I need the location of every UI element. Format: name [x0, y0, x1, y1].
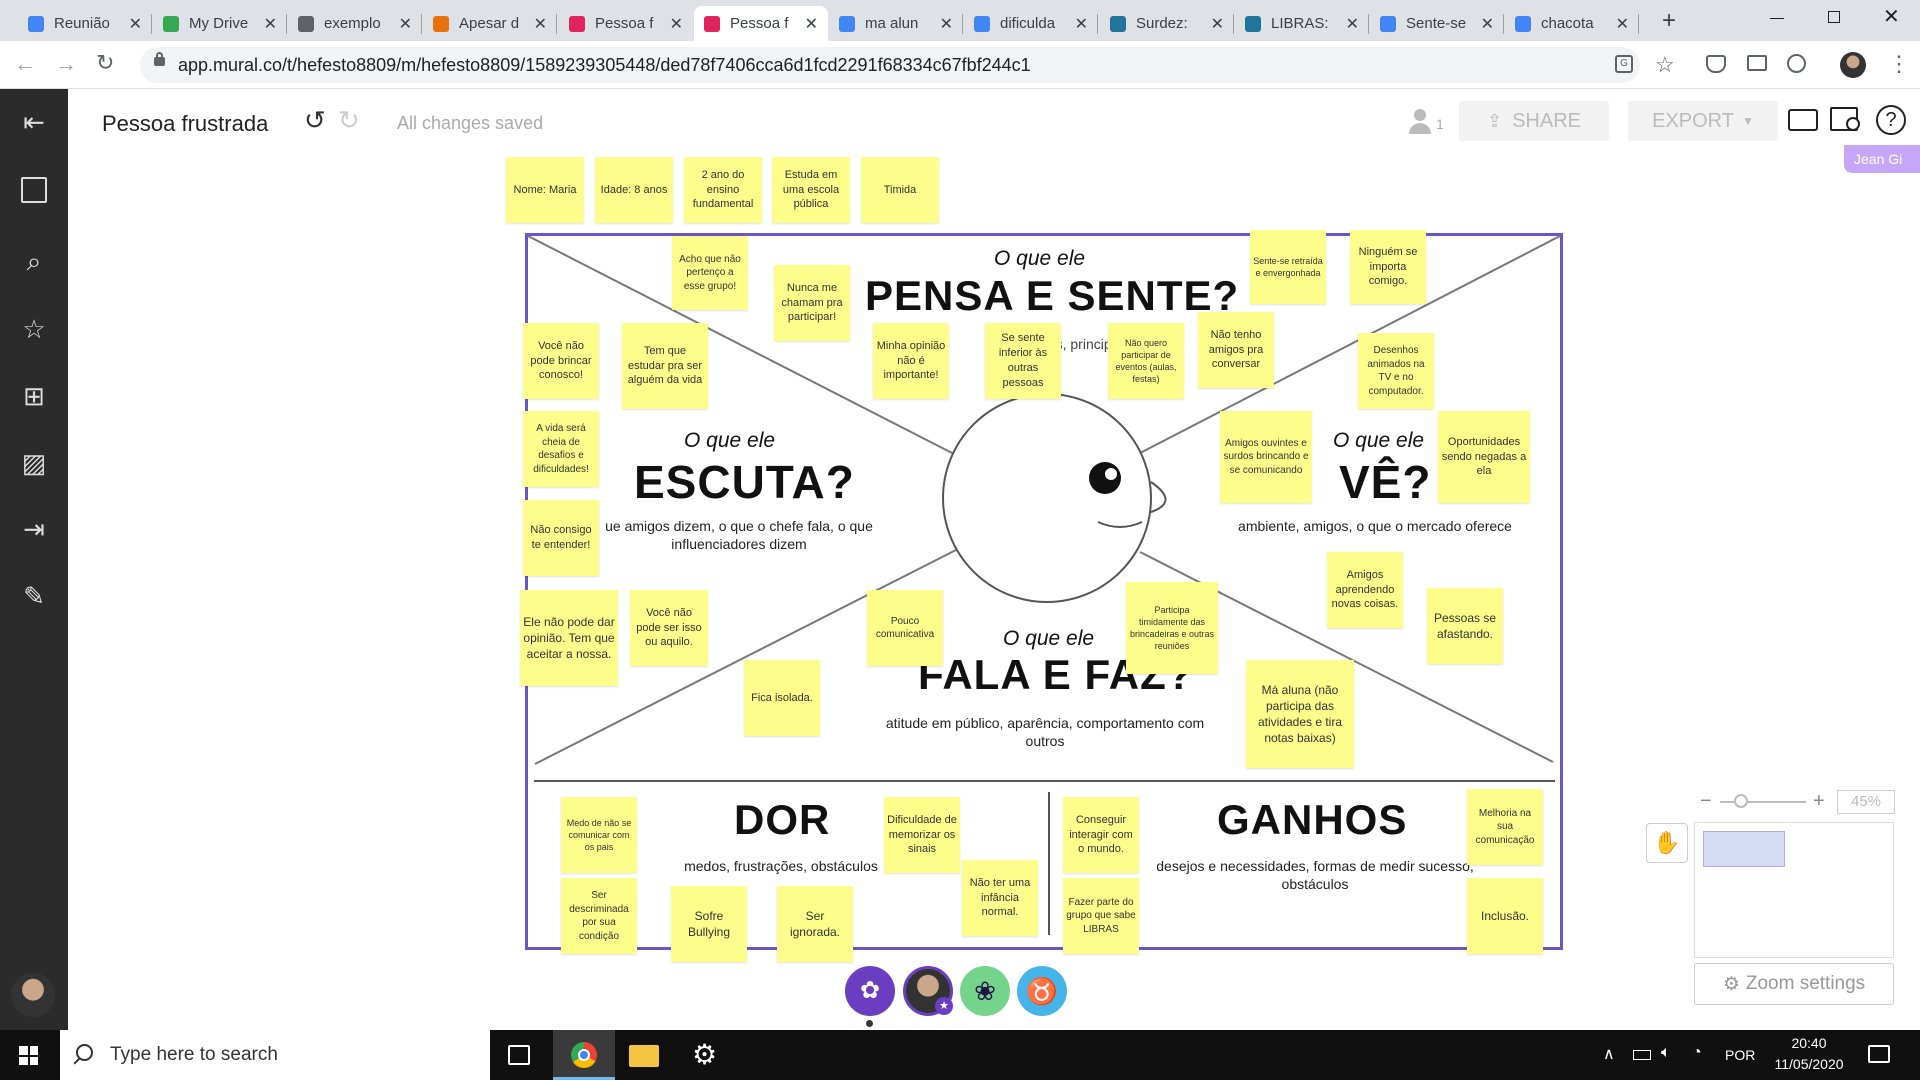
dor-subtitle: medos, frustrações, obstáculos [684, 858, 878, 874]
sticky-note[interactable]: Ser descriminada por sua condição [561, 878, 637, 954]
active-page-dot [866, 1020, 873, 1027]
zoom-slider[interactable] [1720, 801, 1806, 803]
fala-question: O que ele [1003, 627, 1095, 650]
eye-icon [1089, 462, 1121, 494]
sticky-note[interactable]: Fazer parte do grupo que sabe LIBRAS [1063, 878, 1139, 954]
sticky-note[interactable]: Estuda em uma escola pública [772, 157, 850, 223]
zoom-settings-button[interactable]: ⚙ Zoom settings [1694, 963, 1894, 1005]
fala-subtitle: atitude em público, aparência, comportam… [885, 715, 1205, 749]
escuta-question: O que ele [684, 429, 776, 452]
clock-date[interactable]: 11/05/2020 [1769, 1056, 1849, 1072]
sticky-note[interactable]: Ser ignorada. [777, 886, 853, 962]
sticky-note[interactable]: Não ter uma infância normal. [962, 860, 1038, 936]
show-hidden-icons[interactable]: ∧ [1603, 1044, 1615, 1064]
sticky-note[interactable]: Não quero participar de eventos (aulas, … [1108, 323, 1184, 399]
sticky-note[interactable]: Dificuldade de memorizar os sinais [884, 797, 960, 873]
zoom-level[interactable]: 45% [1837, 790, 1895, 814]
chrome-taskbar-icon[interactable] [553, 1030, 615, 1080]
clock-time[interactable]: 20:40 [1773, 1035, 1845, 1051]
sticky-note[interactable]: Nome: Maria [506, 157, 584, 223]
sticky-note[interactable]: Idade: 8 anos [595, 157, 673, 223]
wifi-icon[interactable]: ◔ [1692, 1044, 1702, 1062]
ve-title: VÊ? [1339, 456, 1432, 508]
sticky-note[interactable]: Melhoria na sua comunicação [1467, 789, 1543, 865]
sticky-note[interactable]: 2 ano do ensino fundamental [684, 157, 762, 223]
zoom-in-button[interactable]: + [1813, 790, 1825, 813]
sticky-note[interactable]: Amigos ouvintes e surdos brincando e se … [1220, 411, 1312, 503]
task-view-icon[interactable] [508, 1045, 530, 1065]
sticky-note[interactable]: Não consigo te entender! [523, 500, 599, 576]
sticky-note[interactable]: Amigos aprendendo novas coisas. [1327, 552, 1403, 628]
sticky-note[interactable]: Sente-se retraída e envergonhada [1250, 230, 1326, 304]
host-star-icon: ★ [935, 997, 953, 1015]
minimap[interactable] [1694, 822, 1894, 958]
nose-shape [1150, 481, 1167, 513]
ganhos-title: GANHOS [1217, 796, 1408, 843]
sticky-note[interactable]: Inclusão. [1467, 878, 1543, 954]
ganhos-subtitle: desejos e necessidades, formas de medir … [1156, 858, 1474, 892]
sticky-note[interactable]: Sofre Bullying [671, 886, 747, 962]
collaborator-avatar-ladybug[interactable]: ✿ [845, 966, 895, 1016]
sticky-note[interactable]: Acho que não pertenço a esse grupo! [672, 236, 748, 310]
pensa-title: PENSA E SENTE? [865, 272, 1240, 319]
sticky-note[interactable]: Fica isolada. [744, 660, 820, 736]
hand-tool-icon[interactable]: ✋ [1646, 823, 1688, 863]
sticky-note[interactable]: Má aluna (não participa das atividades e… [1246, 660, 1354, 768]
sticky-note[interactable]: Conseguir interagir com o mundo. [1063, 797, 1139, 873]
file-explorer-icon[interactable] [629, 1045, 659, 1067]
collaborator-avatar-sheep[interactable]: ❀ [960, 966, 1010, 1016]
sticky-note[interactable]: Medo de não se comunicar com os pais [561, 797, 637, 873]
ve-question: O que ele [1333, 429, 1425, 452]
windows-start-icon[interactable] [19, 1046, 38, 1065]
sticky-note[interactable]: Desenhos animados na TV e no computador. [1358, 333, 1434, 409]
windows-taskbar: Type here to search ⚙ ∧ 🔈︎ ◔ POR 20:40 1… [0, 1030, 1920, 1080]
sticky-note[interactable]: Minha opinião não é importante! [873, 323, 949, 399]
sticky-note[interactable]: Timida [861, 157, 939, 223]
sticky-note[interactable]: Ele não pode dar opinião. Tem que aceita… [520, 590, 618, 686]
collaborator-avatar-goat[interactable]: ♉ [1017, 966, 1067, 1016]
settings-gear-icon[interactable]: ⚙ [692, 1038, 717, 1071]
sticky-note[interactable]: Você não pode brincar conosco! [523, 323, 599, 399]
sticky-note[interactable]: Participa timidamente das brincadeiras e… [1126, 582, 1218, 674]
sticky-note[interactable]: Pessoas se afastando. [1427, 588, 1503, 664]
sticky-note[interactable]: Nunca me chamam pra participar! [774, 265, 850, 341]
sticky-note[interactable]: Ninguém se importa comigo. [1350, 230, 1426, 304]
sticky-note[interactable]: Pouco comunicativa [867, 590, 943, 666]
zoom-out-button[interactable]: − [1700, 790, 1712, 813]
sticky-note[interactable]: Se sente inferior às outras pessoas [985, 323, 1061, 399]
volume-icon[interactable]: 🔈︎ [1661, 1044, 1671, 1062]
sticky-note[interactable]: Tem que estudar pra ser alguém da vida [622, 323, 708, 409]
notifications-icon[interactable] [1868, 1045, 1890, 1063]
sticky-note[interactable]: Você não pode ser isso ou aquilo. [630, 590, 708, 666]
empathy-map-lines [527, 235, 1561, 935]
head-circle [942, 393, 1152, 603]
dor-title: DOR [734, 796, 831, 843]
battery-icon [1633, 1050, 1651, 1060]
minimap-viewport [1703, 831, 1785, 867]
language-indicator[interactable]: POR [1725, 1047, 1755, 1063]
zoom-slider-handle[interactable] [1734, 794, 1748, 808]
gear-icon: ⚙ [1722, 973, 1740, 995]
sticky-note[interactable]: Oportunidades sendo negadas a ela [1438, 411, 1530, 503]
taskbar-search-box[interactable]: Type here to search [60, 1030, 490, 1080]
sticky-note[interactable]: A vida será cheia de desafios e dificuld… [523, 411, 599, 487]
sticky-note[interactable]: Não tenho amigos pra conversar [1198, 312, 1274, 388]
ve-subtitle: ambiente, amigos, o que o mercado oferec… [1238, 518, 1512, 534]
pensa-question: O que ele [994, 247, 1086, 270]
escuta-subtitle: ue amigos dizem, o que o chefe fala, o q… [605, 518, 873, 552]
escuta-title: ESCUTA? [634, 456, 855, 508]
